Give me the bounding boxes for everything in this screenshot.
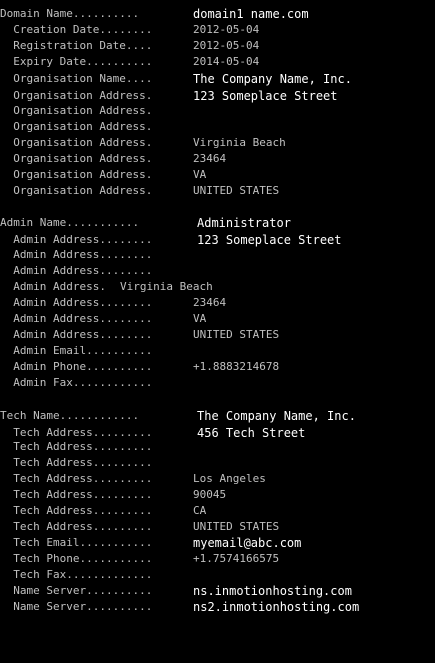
admin-address-label: Admin Address. xyxy=(0,280,106,293)
name-server-label: Name Server.......... xyxy=(0,600,153,613)
organisation-address-line: Organisation Address. VA xyxy=(0,167,206,183)
admin-name-label: Admin Name........... xyxy=(0,216,140,229)
name-server-line: Name Server.......... ns.inmotionhosting… xyxy=(0,583,352,599)
expiry-date-value: 2014-05-04 xyxy=(193,55,260,68)
tech-email-label: Tech Email........... xyxy=(0,536,153,549)
domain-name-value: domain1 name.com xyxy=(193,7,309,21)
admin-fax-label: Admin Fax............ xyxy=(0,376,153,389)
admin-address-value: 23464 xyxy=(193,296,227,309)
admin-phone-label: Admin Phone.......... xyxy=(0,360,153,373)
organisation-address-label: Organisation Address. xyxy=(0,168,153,181)
name-server-line: Name Server.......... ns2.inmotionhostin… xyxy=(0,599,359,615)
tech-address-value: 90045 xyxy=(193,488,227,501)
organisation-address-value: 23464 xyxy=(193,152,227,165)
tech-address-line: Tech Address......... Los Angeles xyxy=(0,471,266,487)
organisation-address-line: Organisation Address. xyxy=(0,103,152,119)
organisation-address-line: Organisation Address. 23464 xyxy=(0,151,226,167)
admin-fax-line: Admin Fax............ xyxy=(0,375,152,391)
organisation-address-line: Organisation Address. 123 Someplace Stre… xyxy=(0,88,337,104)
tech-phone-label: Tech Phone........... xyxy=(0,552,153,565)
organisation-address-line: Organisation Address. Virginia Beach xyxy=(0,135,285,151)
tech-name-line: Tech Name............ The Company Name, … xyxy=(0,408,356,424)
tech-address-line: Tech Address......... xyxy=(0,439,152,455)
admin-address-label: Admin Address........ xyxy=(0,328,153,341)
organisation-address-label: Organisation Address. xyxy=(0,136,153,149)
name-server-value: ns.inmotionhosting.com xyxy=(193,584,352,598)
admin-address-line: Admin Address. Virginia Beach xyxy=(0,279,212,295)
tech-address-line: Tech Address......... 90045 xyxy=(0,487,226,503)
creation-date-value: 2012-05-04 xyxy=(193,23,260,36)
expiry-date-line: Expiry Date.......... 2014-05-04 xyxy=(0,54,259,70)
admin-address-value: Virginia Beach xyxy=(120,280,213,293)
admin-address-line: Admin Address........ xyxy=(0,263,152,279)
name-server-label: Name Server.......... xyxy=(0,584,153,597)
admin-address-line: Admin Address........ 23464 xyxy=(0,295,226,311)
admin-address-value: VA xyxy=(193,312,207,325)
domain-name-label: Domain Name.......... xyxy=(0,7,140,20)
expiry-date-label: Expiry Date.......... xyxy=(0,55,153,68)
organisation-address-label: Organisation Address. xyxy=(0,104,153,117)
name-server-value: ns2.inmotionhosting.com xyxy=(193,600,360,614)
tech-address-label: Tech Address......... xyxy=(0,472,153,485)
admin-phone-line: Admin Phone.......... +1.8883214678 xyxy=(0,359,279,375)
admin-address-line: Admin Address........ 123 Someplace Stre… xyxy=(0,232,341,248)
admin-address-value: UNITED STATES xyxy=(193,328,280,341)
tech-address-value: 456 Tech Street xyxy=(197,426,306,440)
tech-phone-line: Tech Phone........... +1.7574166575 xyxy=(0,551,279,567)
admin-phone-value: +1.8883214678 xyxy=(193,360,280,373)
admin-address-line: Admin Address........ UNITED STATES xyxy=(0,327,279,343)
admin-address-label: Admin Address........ xyxy=(0,312,153,325)
tech-name-label: Tech Name............ xyxy=(0,409,140,422)
organisation-name-line: Organisation Name.... The Company Name, … xyxy=(0,71,352,87)
registration-date-line: Registration Date.... 2012-05-04 xyxy=(0,38,259,54)
tech-name-value: The Company Name, Inc. xyxy=(197,409,356,423)
organisation-address-value: UNITED STATES xyxy=(193,184,280,197)
admin-name-value: Administrator xyxy=(197,216,291,230)
admin-address-label: Admin Address........ xyxy=(0,233,153,246)
tech-email-line: Tech Email........... myemail@abc.com xyxy=(0,535,301,551)
admin-address-line: Admin Address........ VA xyxy=(0,311,206,327)
tech-address-line: Tech Address......... CA xyxy=(0,503,206,519)
admin-address-label: Admin Address........ xyxy=(0,296,153,309)
admin-address-line: Admin Address........ xyxy=(0,247,152,263)
organisation-address-label: Organisation Address. xyxy=(0,89,153,102)
domain-name-line: Domain Name.......... domain1 name.com xyxy=(0,6,309,22)
creation-date-label: Creation Date........ xyxy=(0,23,153,36)
tech-address-value: CA xyxy=(193,504,207,517)
tech-fax-label: Tech Fax............. xyxy=(0,568,153,581)
tech-address-label: Tech Address......... xyxy=(0,504,153,517)
organisation-address-value: 123 Someplace Street xyxy=(193,89,338,103)
registration-date-label: Registration Date.... xyxy=(0,39,153,52)
admin-address-value: 123 Someplace Street xyxy=(197,233,342,247)
tech-address-label: Tech Address......... xyxy=(0,488,153,501)
admin-email-label: Admin Email.......... xyxy=(0,344,153,357)
organisation-address-value: VA xyxy=(193,168,207,181)
tech-address-label: Tech Address......... xyxy=(0,440,153,453)
organisation-name-label: Organisation Name.... xyxy=(0,72,153,85)
organisation-address-value: Virginia Beach xyxy=(193,136,286,149)
tech-address-label: Tech Address......... xyxy=(0,520,153,533)
tech-phone-value: +1.7574166575 xyxy=(193,552,280,565)
tech-address-line: Tech Address......... xyxy=(0,455,152,471)
terminal-window: Domain Name.......... domain1 name.com C… xyxy=(0,0,435,628)
registration-date-value: 2012-05-04 xyxy=(193,39,260,52)
organisation-name-value: The Company Name, Inc. xyxy=(193,72,352,86)
organisation-address-label: Organisation Address. xyxy=(0,184,153,197)
tech-address-label: Tech Address......... xyxy=(0,456,153,469)
creation-date-line: Creation Date........ 2012-05-04 xyxy=(0,22,259,38)
organisation-address-label: Organisation Address. xyxy=(0,152,153,165)
tech-address-value: Los Angeles xyxy=(193,472,266,485)
organisation-address-label: Organisation Address. xyxy=(0,120,153,133)
organisation-address-line: Organisation Address. UNITED STATES xyxy=(0,183,279,199)
admin-address-label: Admin Address........ xyxy=(0,264,153,277)
organisation-address-line: Organisation Address. xyxy=(0,119,152,135)
admin-name-line: Admin Name........... Administrator xyxy=(0,215,291,231)
tech-fax-line: Tech Fax............. xyxy=(0,567,152,583)
admin-address-label: Admin Address........ xyxy=(0,248,153,261)
tech-address-value: UNITED STATES xyxy=(193,520,280,533)
tech-address-line: Tech Address......... UNITED STATES xyxy=(0,519,279,535)
tech-email-value: myemail@abc.com xyxy=(193,536,302,550)
admin-email-line: Admin Email.......... xyxy=(0,343,152,359)
